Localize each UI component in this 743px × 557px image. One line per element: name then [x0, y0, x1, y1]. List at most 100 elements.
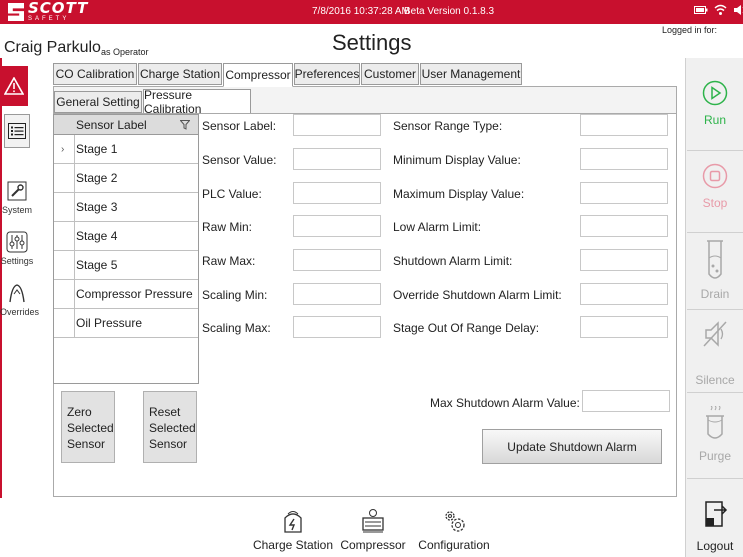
sensor-row-stage-2[interactable]: Stage 2 — [54, 164, 198, 193]
scaling-max-field[interactable] — [293, 316, 381, 338]
sensor-range-type-label: Sensor Range Type: — [393, 119, 503, 133]
reset-selected-sensor-button[interactable]: Reset Selected Sensor — [143, 391, 197, 463]
max-shutdown-alarm-value-label: Max Shutdown Alarm Value: — [430, 396, 580, 410]
zero-button-line: Selected — [67, 421, 114, 435]
reset-button-line: Selected — [149, 421, 196, 435]
maximum-display-value-field[interactable] — [580, 182, 668, 204]
sensor-header-label: Sensor Label — [76, 117, 147, 132]
sensor-row-compressor-pressure[interactable]: Compressor Pressure — [54, 280, 198, 309]
run-button[interactable]: Run — [687, 80, 743, 127]
mute-icon — [703, 321, 727, 347]
divider — [687, 478, 743, 479]
max-shutdown-alarm-value-field[interactable] — [582, 390, 670, 412]
bottom-nav-compressor[interactable]: Compressor — [340, 508, 406, 552]
sensor-value-label: Sensor Value: — [202, 153, 277, 167]
bottom-nav-label: Configuration — [418, 538, 490, 552]
status-icons — [694, 4, 743, 16]
nav-system[interactable]: System — [0, 180, 34, 215]
filter-icon[interactable] — [180, 120, 190, 130]
wifi-icon — [714, 4, 727, 15]
drain-icon — [707, 240, 723, 279]
sensor-row-stage-1[interactable]: › Stage 1 — [54, 135, 198, 164]
logout-label: Logout — [696, 539, 734, 553]
minimum-display-value-field[interactable] — [580, 148, 668, 170]
stop-button[interactable]: Stop — [687, 163, 743, 210]
zero-button-line: Sensor — [67, 437, 106, 451]
sensor-list[interactable]: Sensor Label › Stage 1 Stage 2 Stage 3 St… — [53, 114, 199, 384]
maximum-display-value-label: Maximum Display Value: — [393, 187, 525, 201]
plc-value-field[interactable] — [293, 182, 381, 204]
sensor-row-label: Oil Pressure — [76, 316, 143, 330]
sensor-row-stage-4[interactable]: Stage 4 — [54, 222, 198, 251]
purge-label: Purge — [698, 449, 732, 463]
sensor-value-field[interactable] — [293, 148, 381, 170]
left-nav-rail — [0, 58, 2, 498]
subtab-general-setting[interactable]: General Setting — [54, 91, 142, 113]
bottom-nav-label: Charge Station — [252, 538, 334, 552]
sensor-label-field[interactable] — [293, 114, 381, 136]
silence-button[interactable]: Silence — [687, 318, 743, 387]
compressor-icon — [362, 509, 384, 533]
tab-preferences[interactable]: Preferences — [294, 63, 360, 85]
update-shutdown-alarm-button[interactable]: Update Shutdown Alarm — [482, 429, 662, 464]
override-shutdown-alarm-limit-label: Override Shutdown Alarm Limit: — [393, 288, 562, 302]
warning-icon — [4, 77, 24, 95]
divider — [687, 232, 743, 233]
sensor-row-stage-5[interactable]: Stage 5 — [54, 251, 198, 280]
divider — [687, 392, 743, 393]
divider — [687, 150, 743, 151]
drain-button[interactable]: Drain — [687, 238, 743, 301]
logo-text: SCOTT — [28, 0, 89, 17]
tab-co-calibration[interactable]: CO Calibration — [53, 63, 137, 85]
logout-icon — [705, 501, 728, 527]
raw-min-label: Raw Min: — [202, 220, 253, 234]
sensor-row-stage-3[interactable]: Stage 3 — [54, 193, 198, 222]
nav-settings[interactable]: Settings — [0, 231, 34, 266]
play-icon — [702, 80, 728, 106]
raw-max-field[interactable] — [293, 249, 381, 271]
zero-selected-sensor-button[interactable]: Zero Selected Sensor — [61, 391, 115, 463]
override-shutdown-alarm-limit-field[interactable] — [580, 283, 668, 305]
nav-settings-label: Settings — [0, 256, 34, 266]
user-name: Craig Parkulo — [4, 39, 101, 56]
zero-button-line: Zero — [67, 405, 92, 419]
selected-row-arrow-icon: › — [61, 143, 65, 155]
purge-button[interactable]: Purge — [687, 405, 743, 463]
stop-icon — [702, 163, 728, 189]
version-label: Beta Version 0.1.8.3 — [404, 6, 495, 17]
bottom-nav-configuration[interactable]: Configuration — [416, 508, 492, 552]
purge-icon — [706, 405, 724, 439]
logout-button[interactable]: Logout — [687, 500, 743, 553]
right-control-panel — [685, 58, 743, 557]
sensor-row-label: Stage 4 — [76, 229, 118, 243]
scaling-min-field[interactable] — [293, 283, 381, 305]
list-tab[interactable] — [4, 114, 30, 148]
shutdown-alarm-limit-field[interactable] — [580, 249, 668, 271]
stop-label: Stop — [702, 196, 728, 210]
stage-out-of-range-delay-field[interactable] — [580, 316, 668, 338]
tab-compressor[interactable]: Compressor — [223, 63, 293, 87]
alarm-tab[interactable] — [0, 66, 28, 106]
low-alarm-limit-field[interactable] — [580, 215, 668, 237]
sensor-range-type-field[interactable] — [580, 114, 668, 136]
sensor-row-oil-pressure[interactable]: Oil Pressure — [54, 309, 198, 338]
list-icon — [8, 123, 26, 139]
override-icon — [9, 284, 25, 303]
raw-min-field[interactable] — [293, 215, 381, 237]
sensor-row-label: Stage 1 — [76, 142, 118, 156]
sensor-list-header[interactable]: Sensor Label — [54, 115, 198, 135]
tab-customer[interactable]: Customer — [361, 63, 419, 85]
page-title: Settings — [332, 30, 412, 55]
reset-button-line: Sensor — [149, 437, 188, 451]
bottom-nav-charge-station[interactable]: Charge Station — [252, 508, 334, 552]
tab-charge-station[interactable]: Charge Station — [138, 63, 222, 85]
tab-user-management[interactable]: User Management — [420, 63, 522, 85]
nav-system-label: System — [1, 205, 32, 215]
user-role: as Operator — [101, 47, 149, 57]
sensor-row-label: Compressor Pressure — [76, 287, 193, 301]
nav-overrides[interactable]: Overrides — [0, 282, 39, 317]
scaling-min-label: Scaling Min: — [202, 288, 268, 302]
subtab-pressure-calibration[interactable]: Pressure Calibration — [143, 88, 251, 116]
raw-max-label: Raw Max: — [202, 254, 256, 268]
scott-logo-mark — [8, 3, 24, 21]
